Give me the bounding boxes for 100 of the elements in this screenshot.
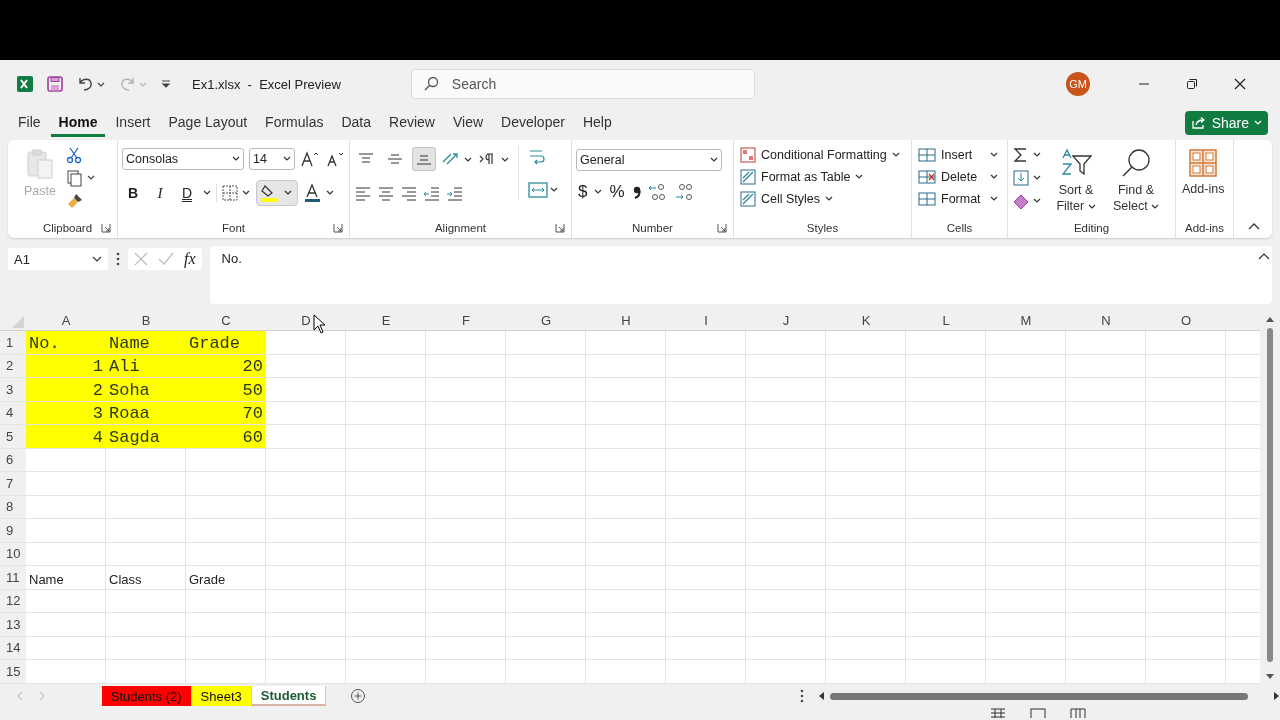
- formula-field[interactable]: No.: [209, 246, 1272, 304]
- format-as-table-button[interactable]: Format as Table: [738, 168, 902, 186]
- ribbon-tab[interactable]: Developer: [493, 109, 573, 137]
- decrease-indent-icon[interactable]: [423, 185, 441, 201]
- share-button[interactable]: Share: [1184, 111, 1268, 135]
- restore-icon[interactable]: [1186, 78, 1198, 90]
- font-color-icon[interactable]: [303, 183, 335, 203]
- column-header[interactable]: H: [586, 312, 666, 330]
- sheet-tab[interactable]: Sheet3: [191, 686, 252, 706]
- normal-view-icon[interactable]: [990, 708, 1006, 718]
- user-avatar[interactable]: GM: [1066, 72, 1090, 96]
- fill-color-button[interactable]: [256, 180, 298, 206]
- decrease-font-icon[interactable]: [325, 150, 345, 168]
- page-layout-icon[interactable]: [1030, 708, 1046, 718]
- ribbon-tab[interactable]: File: [10, 109, 49, 137]
- sheet-tab[interactable]: Students (2): [101, 686, 192, 706]
- dialog-launcher-icon[interactable]: [717, 223, 727, 233]
- row-header[interactable]: 7: [0, 472, 26, 495]
- increase-indent-icon[interactable]: [446, 185, 464, 201]
- align-left-icon[interactable]: [354, 185, 372, 201]
- row-header[interactable]: 3: [0, 378, 26, 401]
- font-name-dropdown[interactable]: Consolas: [122, 148, 244, 170]
- merge-center-icon[interactable]: [527, 180, 559, 200]
- row-header[interactable]: 11: [0, 566, 26, 589]
- row-header[interactable]: 8: [0, 495, 26, 518]
- ribbon-tab[interactable]: Review: [381, 109, 443, 137]
- row-header[interactable]: 2: [0, 354, 26, 377]
- caret-icon[interactable]: [203, 190, 211, 196]
- ribbon-tab[interactable]: Help: [574, 109, 620, 137]
- scroll-thumb[interactable]: [1267, 328, 1273, 662]
- dialog-launcher-icon[interactable]: [555, 223, 565, 233]
- ribbon-tab[interactable]: Data: [333, 109, 380, 137]
- ribbon-tab[interactable]: Formulas: [257, 109, 332, 137]
- ribbon-tab[interactable]: View: [444, 109, 492, 137]
- row-header[interactable]: 9: [0, 519, 26, 542]
- more-icon[interactable]: [800, 689, 805, 703]
- row-header[interactable]: 15: [0, 660, 26, 683]
- format-cells-button[interactable]: Format: [916, 190, 1000, 208]
- column-header[interactable]: C: [186, 312, 266, 330]
- ribbon-tab[interactable]: Insert: [107, 109, 159, 137]
- undo-icon[interactable]: [76, 75, 106, 93]
- bottom-align-button[interactable]: [412, 147, 436, 171]
- collapse-formula-icon[interactable]: [1258, 252, 1270, 260]
- save-icon[interactable]: [46, 75, 64, 93]
- scroll-down-icon[interactable]: [1266, 674, 1274, 680]
- row-header[interactable]: 5: [0, 425, 26, 448]
- underline-button[interactable]: D: [176, 182, 198, 204]
- row-header[interactable]: 12: [0, 589, 26, 612]
- dialog-launcher-icon[interactable]: [101, 223, 111, 233]
- currency-button[interactable]: $: [576, 182, 590, 202]
- caret-icon[interactable]: [594, 189, 603, 195]
- column-header[interactable]: K: [826, 312, 906, 330]
- cut-icon[interactable]: [65, 146, 82, 164]
- column-header[interactable]: E: [346, 312, 426, 330]
- sort-filter-button[interactable]: Sort & Filter: [1050, 146, 1102, 216]
- column-header[interactable]: B: [106, 312, 186, 330]
- more-icon[interactable]: [116, 252, 120, 266]
- row-header[interactable]: 14: [0, 636, 26, 659]
- page-break-icon[interactable]: [1070, 708, 1086, 718]
- scroll-up-icon[interactable]: [1266, 316, 1274, 322]
- row-header[interactable]: 10: [0, 542, 26, 565]
- enter-check-icon[interactable]: [158, 252, 174, 266]
- comma-style-icon[interactable]: [631, 184, 642, 200]
- delete-cells-button[interactable]: Delete: [916, 168, 1000, 186]
- bold-button[interactable]: B: [122, 182, 144, 204]
- increase-font-icon[interactable]: [300, 150, 320, 168]
- insert-cells-button[interactable]: Insert: [916, 146, 1000, 164]
- column-header[interactable]: O: [1146, 312, 1226, 330]
- column-header[interactable]: N: [1066, 312, 1146, 330]
- ribbon-tab[interactable]: Page Layout: [160, 109, 256, 137]
- eraser-icon[interactable]: [1012, 192, 1042, 210]
- column-header[interactable]: D: [266, 312, 346, 330]
- add-ins-button[interactable]: Add-ins: [1180, 146, 1227, 198]
- column-header[interactable]: G: [506, 312, 586, 330]
- row-header[interactable]: 13: [0, 613, 26, 636]
- fill-down-icon[interactable]: [1012, 169, 1042, 187]
- column-header[interactable]: J: [746, 312, 826, 330]
- customize-icon[interactable]: [160, 78, 172, 90]
- find-select-button[interactable]: Find & Select: [1110, 146, 1162, 216]
- insert-function-button[interactable]: fx: [184, 250, 196, 268]
- percent-button[interactable]: %: [607, 182, 627, 202]
- collapse-ribbon-icon[interactable]: [1248, 222, 1260, 230]
- align-right-icon[interactable]: [400, 185, 418, 201]
- copy-icon[interactable]: [65, 169, 96, 187]
- align-center-icon[interactable]: [377, 185, 395, 201]
- scroll-right-icon[interactable]: [1274, 692, 1280, 700]
- search-field[interactable]: Search: [410, 69, 755, 99]
- autosum-icon[interactable]: [1012, 146, 1042, 164]
- column-header[interactable]: L: [906, 312, 986, 330]
- sheet-tab[interactable]: Students: [251, 686, 327, 706]
- row-header[interactable]: 1: [0, 331, 26, 354]
- name-box[interactable]: A1: [8, 248, 108, 270]
- column-header[interactable]: F: [426, 312, 506, 330]
- font-size-dropdown[interactable]: 14: [249, 148, 295, 170]
- close-icon[interactable]: [1234, 78, 1246, 90]
- column-header[interactable]: M: [986, 312, 1066, 330]
- number-format-dropdown[interactable]: General: [576, 149, 722, 171]
- cell-styles-button[interactable]: Cell Styles: [738, 190, 902, 208]
- row-header[interactable]: 6: [0, 448, 26, 471]
- column-header[interactable]: I: [666, 312, 746, 330]
